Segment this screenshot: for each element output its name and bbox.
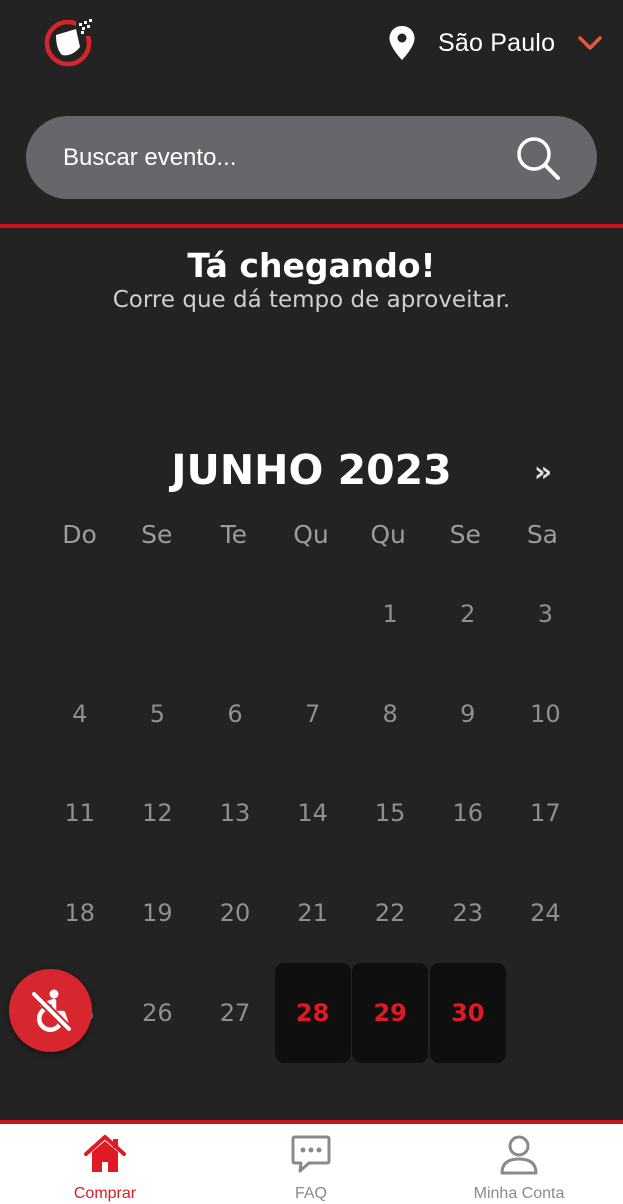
calendar-days-grid: 1 2 3 4 5 6 7 8 9 10 11 12 13 14 15 16 17 18 19 20 21 22 23 24 2… [41, 564, 581, 1064]
calendar-day: 5 [149, 699, 166, 728]
nav-label: Minha Conta [473, 1185, 565, 1202]
weekday-label: Qu [370, 520, 406, 549]
calendar-day: 12 [142, 799, 173, 828]
promo-title: Tá chegando! [187, 246, 436, 285]
nav-item-comprar[interactable]: Comprar [50, 1124, 160, 1204]
calendar-day: 1 [382, 600, 398, 628]
location-selector[interactable]: São Paulo [388, 22, 603, 64]
calendar-day: 24 [530, 899, 561, 928]
accessibility-button[interactable] [9, 969, 92, 1052]
calendar-day: 19 [142, 899, 173, 928]
weekday-label: Se [449, 520, 481, 549]
calendar-day: 22 [374, 899, 406, 928]
header-divider [0, 224, 623, 228]
search-placeholder: Buscar evento... [63, 143, 237, 171]
calendar-day-available[interactable]: 30 [429, 962, 506, 1063]
calendar-day: 17 [530, 799, 561, 828]
calendar-day: 9 [460, 699, 476, 728]
calendar-day: 14 [297, 799, 328, 828]
weekday-label: Do [62, 520, 97, 549]
chat-bubble-icon [291, 1135, 331, 1173]
nav-item-minha-conta[interactable]: Minha Conta [455, 1124, 583, 1204]
calendar-day: 27 [219, 998, 251, 1027]
search-icon[interactable] [515, 135, 561, 181]
calendar-day-available[interactable]: 29 [352, 962, 429, 1063]
calendar-day: 20 [219, 899, 251, 928]
accessibility-icon [29, 989, 73, 1033]
guitar-ticket-logo-icon[interactable] [42, 17, 96, 67]
calendar-day-available[interactable]: 28 [274, 962, 351, 1063]
city-name: São Paulo [438, 28, 556, 57]
calendar-day: 15 [374, 799, 406, 828]
calendar-day: 13 [219, 799, 251, 828]
location-pin-icon [389, 26, 415, 60]
calendar-day: 3 [537, 600, 554, 628]
nav-item-faq[interactable]: FAQ [256, 1124, 366, 1204]
nav-label: FAQ [294, 1185, 327, 1202]
calendar-day: 7 [304, 699, 321, 728]
top-bar: São Paulo [0, 0, 623, 90]
calendar-day: 21 [297, 899, 328, 928]
weekday-label: Sa [526, 520, 559, 549]
user-icon [500, 1135, 538, 1175]
next-month-button[interactable]: » [528, 455, 558, 489]
calendar-day: 6 [227, 699, 243, 728]
calendar-day: 26 [142, 998, 173, 1027]
calendar-day: 4 [72, 699, 88, 728]
calendar-weekdays: Do Se Te Qu Qu Se Sa [41, 520, 581, 549]
calendar-day: 16 [452, 799, 484, 828]
weekday-label: Te [220, 520, 248, 549]
calendar-day: 10 [530, 699, 561, 728]
calendar-day: 2 [460, 600, 476, 628]
calendar-day: 8 [382, 699, 398, 728]
home-icon [84, 1135, 126, 1172]
weekday-label: Se [141, 520, 173, 549]
bottom-nav: Comprar FAQ Minha Conta [0, 1124, 623, 1204]
nav-label: Comprar [73, 1185, 137, 1202]
weekday-label: Qu [293, 520, 329, 549]
calendar-day: 11 [64, 799, 96, 828]
calendar-day: 23 [452, 899, 484, 928]
chevron-down-icon [578, 36, 602, 50]
promo-subtitle: Corre que dá tempo de aproveitar. [112, 287, 511, 313]
search-input[interactable]: Buscar evento... [26, 116, 597, 199]
calendar-day: 18 [64, 899, 96, 928]
